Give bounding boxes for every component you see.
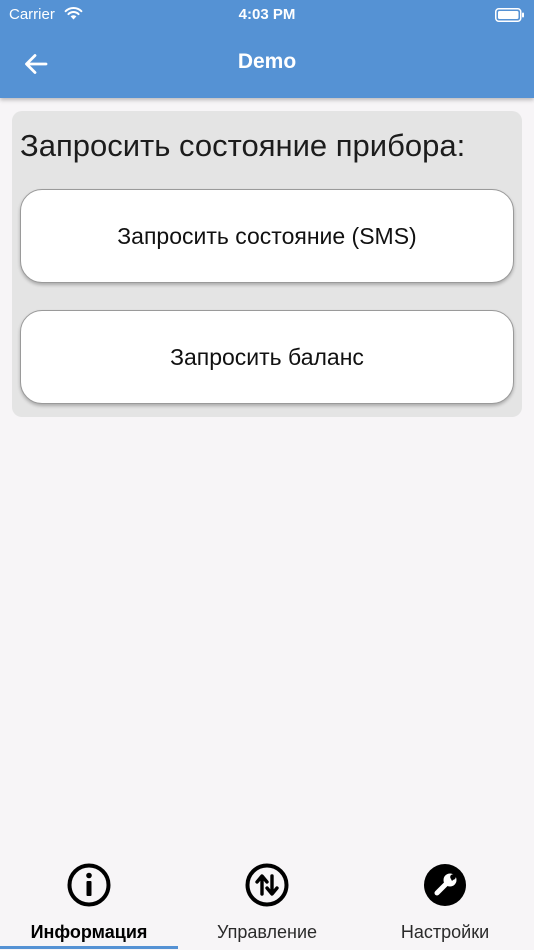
active-tab-indicator (0, 946, 178, 949)
status-bar: Carrier 4:03 PM (0, 0, 534, 28)
app-bar: Demo (0, 28, 534, 98)
swap-vertical-icon (245, 863, 289, 907)
status-time: 4:03 PM (238, 6, 296, 23)
wrench-icon (424, 864, 466, 906)
device-status-card: Запросить состояние прибора: Запросить с… (12, 111, 522, 417)
request-balance-button[interactable]: Запросить баланс (20, 310, 514, 404)
request-status-sms-button[interactable]: Запросить состояние (SMS) (20, 189, 514, 283)
card-title: Запросить состояние прибора: (20, 128, 466, 163)
bottom-tab-bar: Информация Управление Настройки (0, 852, 534, 950)
app-screen: Carrier 4:03 PM Demo Запросить состояние… (0, 0, 534, 950)
header: Carrier 4:03 PM Demo (0, 0, 534, 98)
page-title: Demo (237, 50, 297, 73)
tab-info-label: Информация (30, 922, 148, 942)
tab-control-label: Управление (216, 922, 318, 942)
battery-icon (495, 8, 524, 22)
tab-settings[interactable]: Настройки (356, 852, 534, 950)
info-icon (67, 863, 111, 907)
tab-info[interactable]: Информация (0, 852, 178, 950)
tab-control[interactable]: Управление (178, 852, 356, 950)
tab-settings-label: Настройки (400, 922, 490, 942)
